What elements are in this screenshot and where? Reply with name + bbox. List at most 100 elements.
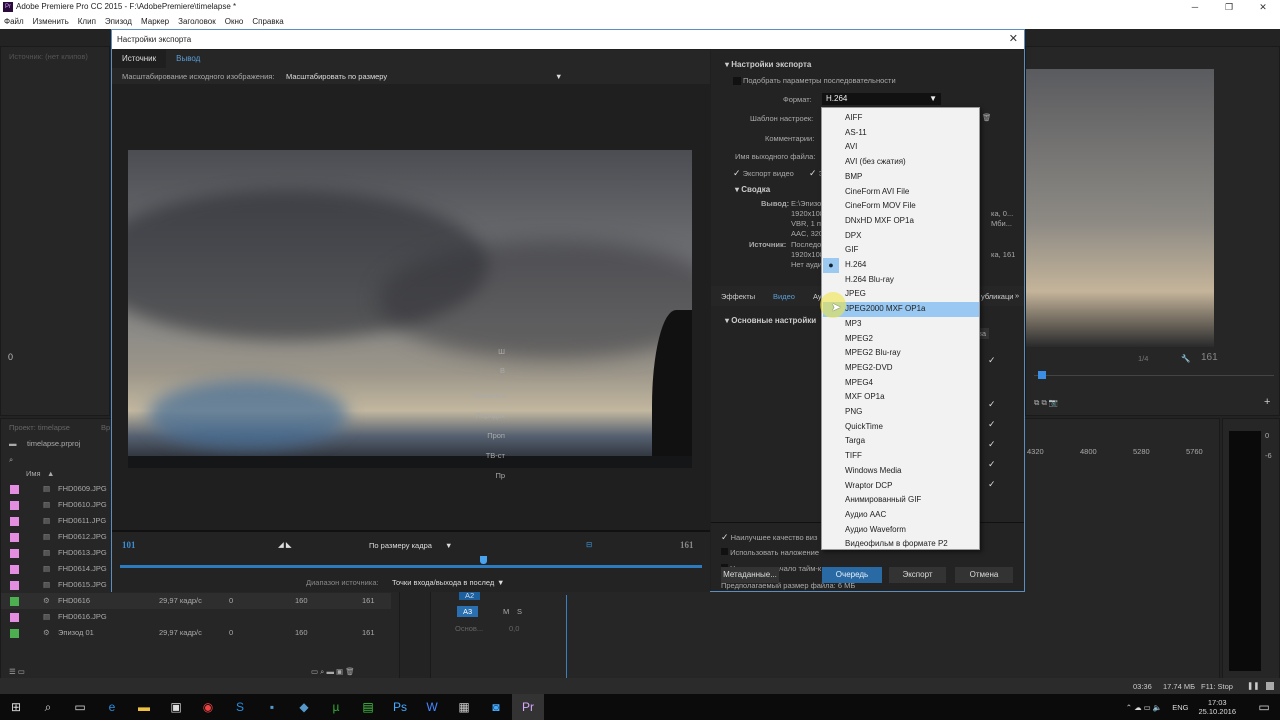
dialog-close-button[interactable]: ✕ [1009, 30, 1018, 49]
skype-icon[interactable]: S [224, 694, 256, 720]
format-option[interactable]: MP3 [823, 317, 979, 332]
edge-icon[interactable]: e [96, 694, 128, 720]
track-a2[interactable]: A2 [459, 591, 481, 600]
setting-checkbox[interactable]: ✓ [988, 399, 996, 410]
capture-icon[interactable]: ◙ [480, 694, 512, 720]
queue-button[interactable]: Очередь [822, 567, 882, 583]
set-in-out-icons[interactable]: ◢ ◣ [278, 540, 292, 549]
format-option[interactable]: Targa [823, 434, 979, 449]
more-tabs-icon[interactable]: » [1015, 291, 1019, 300]
wrench-icon[interactable]: 🔧 [1181, 354, 1190, 363]
menu-item[interactable]: Файл [4, 14, 24, 29]
tab-other[interactable]: Вр [101, 423, 110, 432]
tab-project[interactable]: Проект: timelapse [9, 423, 70, 432]
menu-item[interactable]: Изменить [33, 14, 69, 29]
tray-icons[interactable]: ⌃ ☁ ▭ 🔈 [1126, 703, 1162, 712]
table-row[interactable]: ▤ FHD0616.JPG [1, 609, 391, 625]
playhead[interactable] [1038, 371, 1046, 379]
word-icon[interactable]: W [416, 694, 448, 720]
timeline-playhead[interactable] [566, 595, 567, 681]
setting-checkbox[interactable]: ✓ [988, 419, 996, 430]
format-option[interactable]: MPEG4 [823, 376, 979, 391]
close-button[interactable]: ✕ [1246, 0, 1280, 14]
range-playhead[interactable] [480, 556, 487, 564]
export-video-checkbox[interactable]: ✓ Экспорт видео [733, 168, 794, 179]
photoshop-icon[interactable]: Ps [384, 694, 416, 720]
lift-extract-camera-icons[interactable]: ⧉ ⧉ 📷 [1034, 398, 1058, 408]
table-row[interactable]: ⚙ Эпизод 01 29,97 кадр/с 0 160 161 [1, 625, 391, 641]
program-scrubber[interactable] [1034, 375, 1274, 376]
format-option[interactable]: AVI [823, 140, 979, 155]
format-option[interactable]: ● H.264 [823, 258, 979, 273]
fit-select[interactable]: По размеру кадра [369, 541, 432, 550]
format-select[interactable]: H.264 ▼ [822, 93, 941, 105]
range-select[interactable]: Точки входа/выхода в послед [392, 578, 494, 587]
range-bar[interactable] [120, 565, 702, 568]
tab-source[interactable]: Источник [112, 50, 167, 68]
tab-effects[interactable]: Эффекты [721, 292, 755, 301]
max-quality-checkbox[interactable]: ✓ Наилучшее качество виз [721, 532, 817, 543]
explorer-icon[interactable]: ▬ [128, 694, 160, 720]
pause-icon[interactable]: ❚❚ [1247, 681, 1260, 690]
setting-checkbox[interactable]: ✓ [988, 355, 996, 366]
format-option[interactable]: H.264 Blu-ray [823, 273, 979, 288]
format-option[interactable]: Видеофильм в формате P2 [823, 537, 979, 552]
format-option[interactable]: PNG [823, 405, 979, 420]
menu-item[interactable]: Эпизод [105, 14, 132, 29]
format-option[interactable]: DNxHD MXF OP1a [823, 214, 979, 229]
track-a3[interactable]: A3 [457, 606, 479, 617]
format-option[interactable]: JPEG2000 MXF OP1a [823, 302, 979, 317]
chevron-down-icon[interactable]: ▼ [497, 578, 504, 587]
setting-checkbox[interactable]: ✓ [988, 479, 996, 490]
format-option[interactable]: MXF OP1a [823, 390, 979, 405]
format-option[interactable]: MPEG2-DVD [823, 361, 979, 376]
format-option[interactable]: AS-11 [823, 126, 979, 141]
format-option[interactable]: JPEG [823, 287, 979, 302]
format-option[interactable]: Windows Media [823, 464, 979, 479]
format-option[interactable]: DPX [823, 229, 979, 244]
source-panel-tab[interactable]: Источник: (нет клипов) [9, 52, 88, 61]
tab-output[interactable]: Вывод [166, 50, 210, 68]
format-option[interactable]: Анимированный GIF [823, 493, 979, 508]
utorrent-icon[interactable]: µ [320, 694, 352, 720]
format-option[interactable]: GIF [823, 243, 979, 258]
setting-checkbox[interactable]: ✓ [988, 439, 996, 450]
save-app-icon[interactable]: ▪ [256, 694, 288, 720]
format-option[interactable]: QuickTime [823, 420, 979, 435]
chevron-down-icon[interactable]: ▼ [555, 72, 562, 81]
list-view-icon[interactable]: ☰ ▭ [9, 667, 25, 676]
language-indicator[interactable]: ENG [1172, 703, 1188, 712]
format-option[interactable]: BMP [823, 170, 979, 185]
chrome-icon[interactable]: ◉ [192, 694, 224, 720]
basic-settings-header[interactable]: ▾ Основные настройки [725, 316, 816, 325]
format-option[interactable]: Аудио Waveform [823, 523, 979, 538]
format-option[interactable]: MPEG2 Blu-ray [823, 346, 979, 361]
app-icon[interactable]: ◆ [288, 694, 320, 720]
mute-button[interactable]: M [503, 607, 509, 616]
task-view-icon[interactable]: ▭ [64, 694, 96, 720]
format-option[interactable]: Аудио AAC [823, 508, 979, 523]
trash-icon[interactable]: 🗑 [982, 113, 992, 122]
notifications-icon[interactable]: ▭ [1248, 694, 1280, 720]
tab-video[interactable]: Видео [773, 292, 795, 301]
scaling-select[interactable]: Масштабировать по размеру [286, 72, 387, 81]
summary-header[interactable]: ▾ Сводка [735, 185, 770, 194]
notepad-icon[interactable]: ▤ [352, 694, 384, 720]
search-icon[interactable]: ⌕ [32, 694, 64, 720]
search-icon[interactable]: ⌕ [9, 455, 13, 465]
export-button[interactable]: Экспорт [889, 567, 946, 583]
export-settings-header[interactable]: ▾ Настройки экспорта [725, 60, 811, 69]
premiere-taskbar-icon[interactable]: Pr [512, 694, 544, 720]
tab-publish[interactable]: убликаци [981, 292, 1013, 301]
minimize-button[interactable]: ─ [1178, 0, 1212, 14]
store-icon[interactable]: ▣ [160, 694, 192, 720]
format-option[interactable]: TIFF [823, 449, 979, 464]
maximize-button[interactable]: ❐ [1212, 0, 1246, 14]
sort-asc-icon[interactable]: ▲ [47, 469, 54, 478]
project-tools-icons[interactable]: ▭ ⌕ ▬ ▣ 🗑 [311, 667, 355, 677]
format-option[interactable]: Wraptor DCP [823, 479, 979, 494]
format-option[interactable]: AVI (без сжатия) [823, 155, 979, 170]
menu-item[interactable]: Справка [252, 14, 283, 29]
menu-item[interactable]: Маркер [141, 14, 169, 29]
match-sequence-checkbox[interactable] [733, 77, 741, 85]
